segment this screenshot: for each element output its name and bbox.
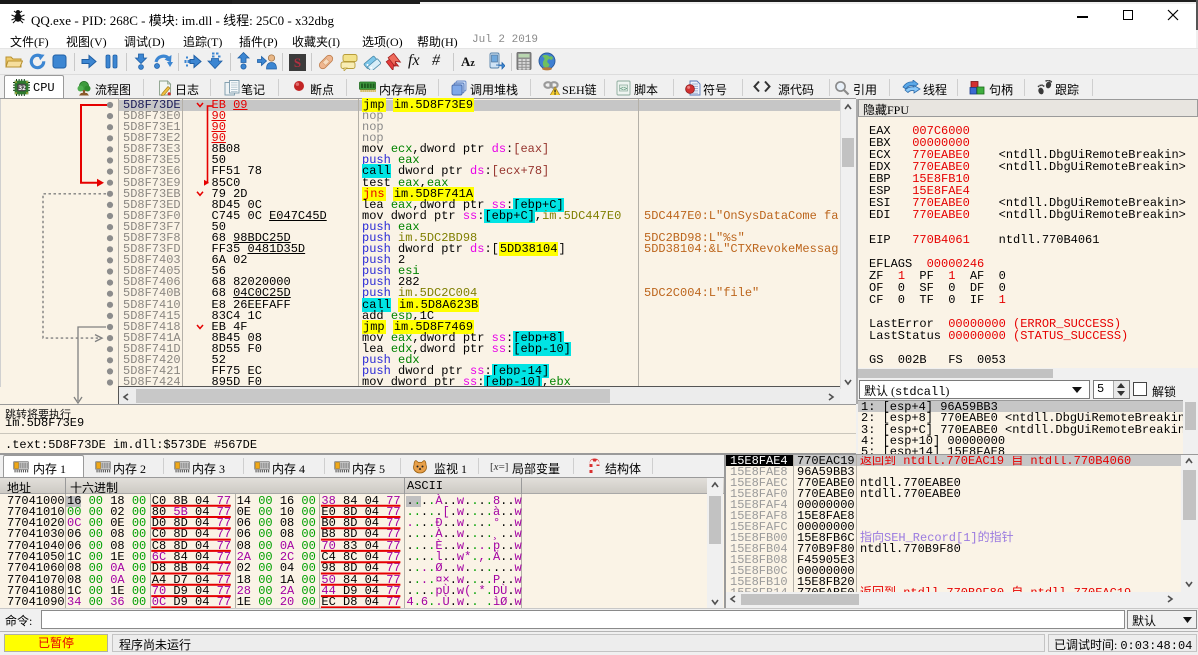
svg-text:<>: <> bbox=[620, 86, 628, 93]
svg-text:32: 32 bbox=[18, 84, 26, 92]
